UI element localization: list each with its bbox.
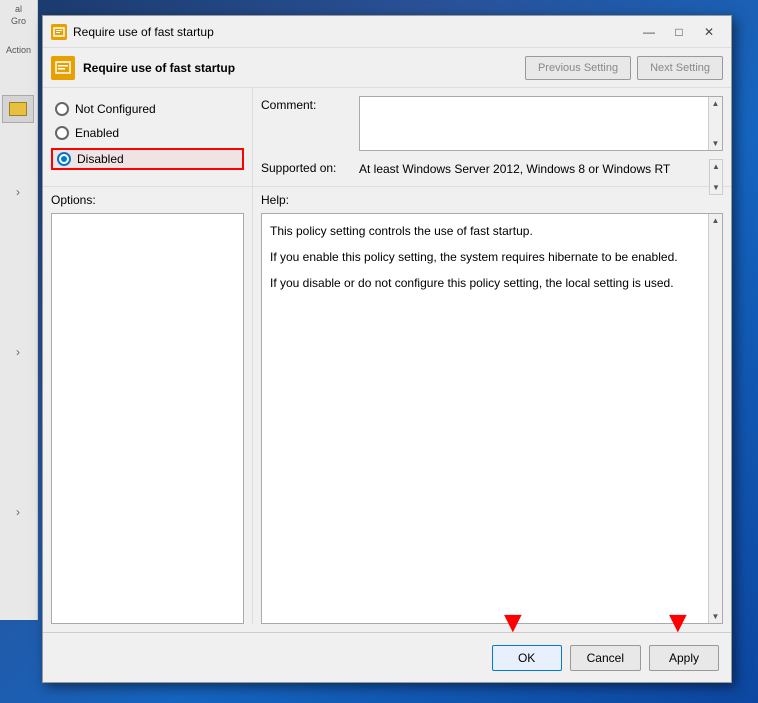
- help-scroll-up-icon[interactable]: ▲: [712, 216, 720, 225]
- window-controls: — □ ✕: [635, 22, 723, 42]
- radio-label-not-configured: Not Configured: [75, 102, 156, 116]
- sup-scroll-down[interactable]: ▼: [712, 183, 720, 192]
- sidebar-label-2: Gro: [2, 16, 35, 28]
- apply-button[interactable]: Apply: [649, 645, 719, 671]
- radio-label-enabled: Enabled: [75, 126, 119, 140]
- section-labels-row: Options: Help:: [43, 187, 731, 213]
- options-box: [51, 213, 244, 624]
- minimize-button[interactable]: —: [635, 22, 663, 42]
- sidebar-arrow-1[interactable]: ›: [0, 180, 36, 204]
- help-box: This policy setting controls the use of …: [261, 213, 723, 624]
- help-para-3: If you disable or do not configure this …: [270, 274, 714, 292]
- nav-buttons: Previous Setting Next Setting: [525, 56, 723, 80]
- maximize-button[interactable]: □: [665, 22, 693, 42]
- radio-label-disabled: Disabled: [77, 152, 124, 166]
- supported-text: At least Windows Server 2012, Windows 8 …: [359, 159, 723, 178]
- options-box-container: [43, 213, 253, 624]
- radio-enabled[interactable]: Enabled: [51, 124, 244, 142]
- sidebar-icon-box: [2, 95, 34, 123]
- next-setting-button[interactable]: Next Setting: [637, 56, 723, 80]
- bottom-boxes: This policy setting controls the use of …: [43, 213, 731, 632]
- help-text-content: This policy setting controls the use of …: [262, 214, 722, 308]
- footer: ▼ ▼ OK Cancel Apply: [43, 632, 731, 682]
- help-scroll-down-icon[interactable]: ▼: [712, 612, 720, 621]
- radio-input-not-configured[interactable]: [55, 102, 69, 116]
- sidebar-arrow-3[interactable]: ›: [0, 500, 36, 524]
- comment-label: Comment:: [261, 96, 351, 112]
- supported-area: At least Windows Server 2012, Windows 8 …: [359, 159, 723, 178]
- scroll-up-icon[interactable]: ▲: [712, 99, 720, 108]
- cancel-button[interactable]: Cancel: [570, 645, 641, 671]
- radio-input-disabled[interactable]: [57, 152, 71, 166]
- radio-not-configured[interactable]: Not Configured: [51, 100, 244, 118]
- bg-sidebar: al Gro Action › › ›: [0, 0, 38, 620]
- help-para-2: If you enable this policy setting, the s…: [270, 248, 714, 266]
- supported-scrollbar[interactable]: ▲ ▼: [709, 159, 723, 195]
- help-para-1: This policy setting controls the use of …: [270, 222, 714, 240]
- help-section-label: Help:: [253, 187, 297, 213]
- titlebar-icon: [51, 24, 67, 40]
- arrow-ok-indicator: ▼: [498, 608, 528, 638]
- radio-input-enabled[interactable]: [55, 126, 69, 140]
- dialog-window: Require use of fast startup — □ ✕ Requir…: [42, 15, 732, 683]
- info-panel: Comment: ▲ ▼ Supported on: At least Wind…: [253, 88, 731, 186]
- radio-disabled[interactable]: Disabled: [51, 148, 244, 170]
- supported-label: Supported on:: [261, 159, 351, 175]
- arrow-apply-indicator: ▼: [663, 608, 693, 638]
- titlebar: Require use of fast startup — □ ✕: [43, 16, 731, 48]
- ok-button[interactable]: OK: [492, 645, 562, 671]
- dialog-header-icon: [51, 56, 75, 80]
- comment-row: Comment: ▲ ▼: [261, 96, 723, 151]
- help-scrollbar[interactable]: ▲ ▼: [708, 214, 722, 623]
- comment-scrollbar[interactable]: ▲ ▼: [708, 97, 722, 150]
- prev-setting-button[interactable]: Previous Setting: [525, 56, 631, 80]
- sidebar-arrow-2[interactable]: ›: [0, 340, 36, 364]
- help-box-container: This policy setting controls the use of …: [253, 213, 731, 624]
- supported-row: Supported on: At least Windows Server 20…: [261, 159, 723, 178]
- radio-panel: Not Configured Enabled Disabled: [43, 88, 253, 186]
- sidebar-label-1: al: [2, 4, 35, 16]
- sidebar-label-3: Action: [2, 45, 35, 57]
- options-section-label: Options:: [43, 187, 253, 213]
- dialog-header-title: Require use of fast startup: [83, 61, 517, 75]
- titlebar-title: Require use of fast startup: [73, 25, 629, 39]
- close-button[interactable]: ✕: [695, 22, 723, 42]
- dialog-header: Require use of fast startup Previous Set…: [43, 48, 731, 88]
- comment-box[interactable]: ▲ ▼: [359, 96, 723, 151]
- scroll-down-icon[interactable]: ▼: [712, 139, 720, 148]
- sup-scroll-up[interactable]: ▲: [712, 162, 720, 171]
